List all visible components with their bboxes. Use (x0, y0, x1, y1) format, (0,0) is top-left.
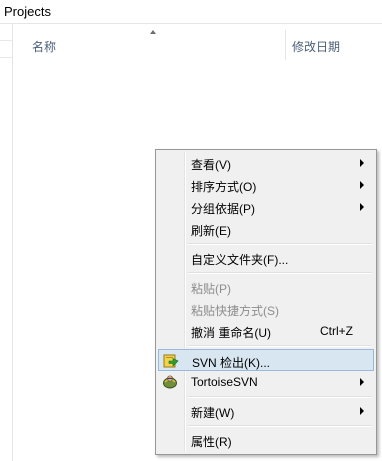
menu-item-label: 新建(W) (191, 406, 235, 420)
menu-item-properties[interactable]: 属性(R) (158, 429, 374, 451)
menu-item-label: 撤消 重命名(U) (191, 326, 271, 340)
navigation-pane[interactable] (0, 24, 13, 461)
menu-item-sort-by[interactable]: 排序方式(O) (158, 174, 374, 196)
context-menu: 查看(V) 排序方式(O) 分组依据(P) 刷新(E) 自定义文件夹(F)...… (155, 149, 377, 455)
navigation-pane-item[interactable] (0, 40, 12, 58)
column-divider[interactable] (285, 30, 286, 60)
menu-item-tortoisesvn[interactable]: TortoiseSVN (158, 371, 374, 393)
menu-item-svn-checkout[interactable]: SVN 检出(K)... (158, 349, 374, 371)
submenu-arrow-icon (360, 159, 364, 167)
address-bar: Projects (0, 0, 382, 24)
submenu-arrow-icon (360, 378, 364, 386)
sort-ascending-icon (150, 30, 156, 34)
svn-checkout-icon (163, 353, 179, 369)
menu-item-label: 自定义文件夹(F)... (191, 253, 289, 267)
submenu-arrow-icon (360, 203, 364, 211)
menu-item-group-by[interactable]: 分组依据(P) (158, 196, 374, 218)
menu-item-label: SVN 检出(K)... (192, 356, 271, 370)
menu-item-label: 粘贴(P) (191, 282, 231, 296)
menu-item-undo-rename[interactable]: 撤消 重命名(U) Ctrl+Z (158, 320, 374, 342)
menu-item-new[interactable]: 新建(W) (158, 400, 374, 422)
menu-item-label: 查看(V) (191, 158, 231, 172)
column-header-name[interactable]: 名称 (32, 38, 56, 55)
submenu-arrow-icon (360, 407, 364, 415)
menu-separator (188, 243, 372, 245)
menu-item-label: 粘贴快捷方式(S) (191, 304, 279, 318)
menu-separator (188, 272, 372, 274)
menu-item-paste[interactable]: 粘贴(P) (158, 276, 374, 298)
column-header-date-modified[interactable]: 修改日期 (292, 38, 340, 55)
menu-item-label: TortoiseSVN (191, 375, 258, 389)
menu-item-paste-shortcut[interactable]: 粘贴快捷方式(S) (158, 298, 374, 320)
menu-item-label: 排序方式(O) (191, 180, 257, 194)
menu-separator (188, 425, 372, 427)
menu-item-refresh[interactable]: 刷新(E) (158, 218, 374, 240)
menu-separator (188, 345, 372, 347)
folder-title: Projects (4, 4, 51, 19)
tortoisesvn-icon (162, 374, 178, 390)
menu-separator (188, 396, 372, 398)
menu-item-label: 属性(R) (191, 435, 232, 449)
menu-item-label: 分组依据(P) (191, 202, 255, 216)
menu-item-customize-folder[interactable]: 自定义文件夹(F)... (158, 247, 374, 269)
menu-item-view[interactable]: 查看(V) (158, 152, 374, 174)
menu-item-label: 刷新(E) (191, 224, 231, 238)
submenu-arrow-icon (360, 181, 364, 189)
menu-item-shortcut: Ctrl+Z (320, 324, 353, 338)
